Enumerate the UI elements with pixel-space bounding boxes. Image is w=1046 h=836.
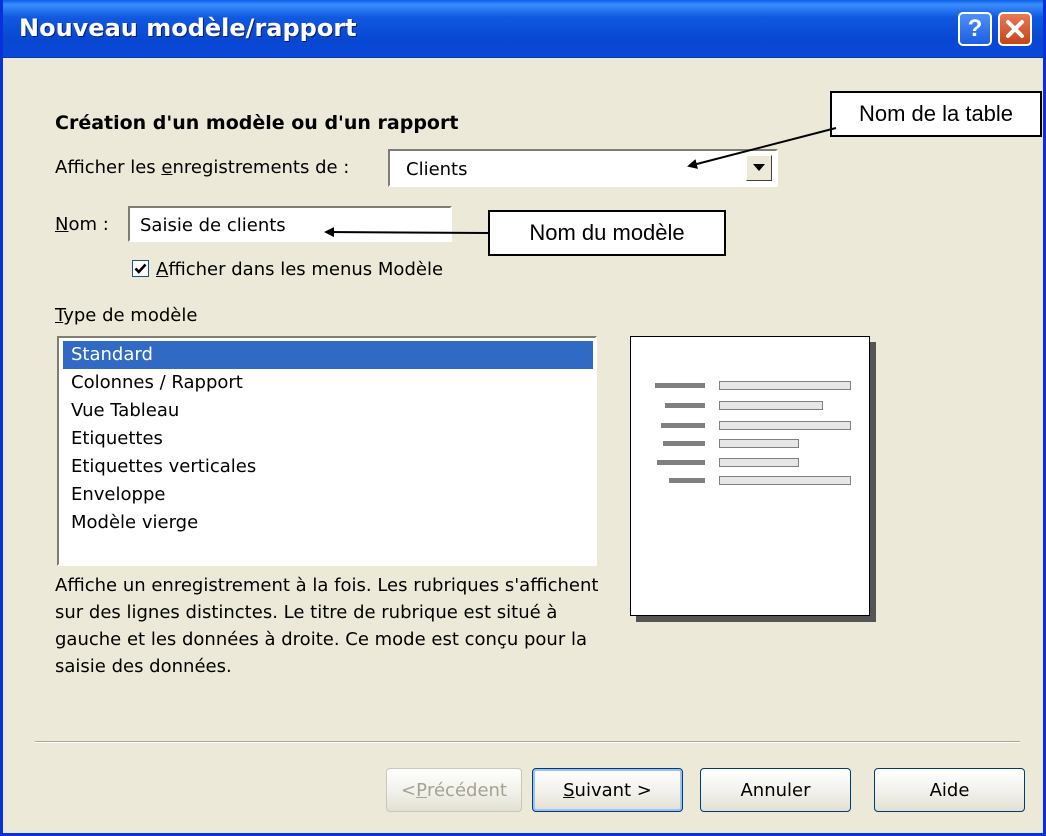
model-type-list[interactable]: Standard Colonnes / Rapport Vue Tableau … bbox=[57, 336, 597, 566]
help-title-button[interactable]: ? bbox=[958, 12, 992, 46]
model-name-value: Saisie de clients bbox=[140, 215, 286, 236]
records-combobox[interactable]: Clients bbox=[388, 149, 778, 187]
section-heading: Création d'un modèle ou d'un rapport bbox=[55, 112, 459, 134]
preview-field-box bbox=[719, 401, 823, 410]
combobox-dropdown-button[interactable] bbox=[746, 155, 772, 181]
records-combobox-value: Clients bbox=[406, 159, 468, 180]
chevron-down-icon bbox=[753, 164, 765, 171]
title-bar[interactable]: Nouveau modèle/rapport ? bbox=[3, 0, 1043, 58]
preview-label-line bbox=[661, 423, 705, 428]
callout-model-name: Nom du modèle bbox=[488, 210, 726, 256]
preview-field-box bbox=[719, 476, 851, 485]
layout-preview bbox=[630, 336, 870, 616]
callout-table-name: Nom de la table bbox=[830, 91, 1042, 137]
list-item-standard[interactable]: Standard bbox=[63, 341, 593, 369]
preview-field-box bbox=[719, 439, 799, 448]
model-name-input[interactable]: Saisie de clients bbox=[128, 206, 452, 242]
button-separator bbox=[35, 741, 1020, 743]
help-button[interactable]: Aide bbox=[874, 768, 1025, 812]
list-item-colonnes-rapport[interactable]: Colonnes / Rapport bbox=[63, 369, 593, 397]
close-button[interactable] bbox=[998, 12, 1032, 46]
list-item-enveloppe[interactable]: Enveloppe bbox=[63, 481, 593, 509]
next-button[interactable]: Suivant > bbox=[532, 768, 683, 812]
cancel-button[interactable]: Annuler bbox=[700, 768, 851, 812]
name-label: Nom : bbox=[55, 214, 109, 235]
list-item-etiquettes[interactable]: Etiquettes bbox=[63, 425, 593, 453]
close-icon bbox=[1006, 20, 1024, 38]
show-in-menus-checkbox[interactable] bbox=[132, 260, 149, 277]
preview-label-line bbox=[655, 383, 705, 388]
preview-label-line bbox=[669, 478, 705, 483]
help-icon: ? bbox=[967, 15, 983, 42]
preview-label-line bbox=[665, 403, 705, 408]
checkmark-icon bbox=[134, 263, 147, 274]
preview-field-box bbox=[719, 458, 799, 467]
show-in-menus-label[interactable]: Afficher dans les menus Modèle bbox=[156, 259, 443, 280]
preview-field-box bbox=[719, 381, 851, 390]
previous-button[interactable]: < Précédent bbox=[386, 768, 522, 812]
list-item-modele-vierge[interactable]: Modèle vierge bbox=[63, 509, 593, 537]
model-type-description: Affiche un enregistrement à la fois. Les… bbox=[55, 575, 599, 677]
preview-label-line bbox=[657, 460, 705, 465]
window-title: Nouveau modèle/rapport bbox=[19, 14, 357, 42]
records-label: Afficher les enregistrements de : bbox=[55, 157, 350, 178]
list-item-etiquettes-verticales[interactable]: Etiquettes verticales bbox=[63, 453, 593, 481]
list-item-vue-tableau[interactable]: Vue Tableau bbox=[63, 397, 593, 425]
preview-field-box bbox=[719, 421, 851, 430]
preview-label-line bbox=[663, 441, 705, 446]
model-type-label: Type de modèle bbox=[55, 305, 198, 326]
